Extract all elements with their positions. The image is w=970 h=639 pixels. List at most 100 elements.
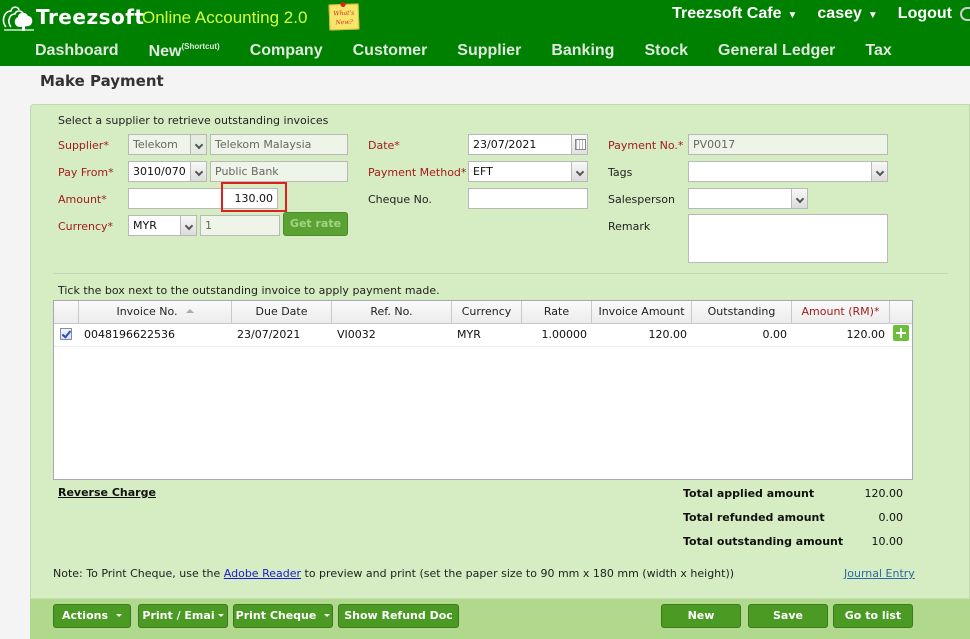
salesperson-dropdown-icon[interactable] bbox=[791, 188, 808, 209]
app-subtitle: Online Accounting 2.0 bbox=[142, 8, 308, 27]
date-label: Date* bbox=[368, 139, 400, 152]
user-menu[interactable]: casey ▼ bbox=[817, 5, 877, 23]
salesperson-field[interactable] bbox=[688, 188, 792, 209]
nav-supplier[interactable]: Supplier bbox=[457, 42, 521, 61]
row-action-cell bbox=[890, 324, 912, 346]
whats-new-label: What's New? bbox=[333, 9, 355, 27]
caret-down-icon bbox=[324, 614, 331, 617]
col-invoice-amount[interactable]: Invoice Amount bbox=[592, 301, 692, 323]
salesperson-label: Salesperson bbox=[608, 193, 675, 206]
payment-no-label: Payment No.* bbox=[608, 139, 684, 152]
col-due-date[interactable]: Due Date bbox=[232, 301, 332, 323]
col-actions bbox=[890, 301, 912, 323]
exchange-rate-field[interactable]: 1 bbox=[200, 215, 280, 236]
main-nav: Dashboard New(Shortcut) Company Customer… bbox=[35, 42, 922, 61]
save-button[interactable]: Save bbox=[748, 604, 828, 628]
row-checkbox[interactable] bbox=[60, 328, 72, 340]
top-bar: Treezsoft Online Accounting 2.0 What's N… bbox=[0, 0, 970, 66]
page-title: Make Payment bbox=[40, 72, 164, 90]
section-divider bbox=[53, 273, 948, 274]
currency-field[interactable]: MYR bbox=[128, 215, 182, 236]
payment-no-field[interactable]: PV0017 bbox=[688, 134, 888, 155]
tags-dropdown-icon[interactable] bbox=[871, 161, 888, 182]
tags-label: Tags bbox=[608, 166, 633, 179]
print-cheque-button[interactable]: Print Cheque bbox=[233, 604, 333, 628]
whats-new-note[interactable]: What's New? bbox=[328, 3, 360, 31]
nav-new-label: New bbox=[148, 43, 182, 60]
invoice-grid: Invoice No. Due Date Ref. No. Currency R… bbox=[53, 300, 913, 480]
pay-from-name-field[interactable]: Public Bank bbox=[210, 161, 348, 182]
col-invoice-no[interactable]: Invoice No. bbox=[79, 301, 232, 323]
brand-name: Treezsoft bbox=[36, 5, 145, 29]
nav-new[interactable]: New(Shortcut) bbox=[149, 42, 220, 61]
pay-from-code-field[interactable]: 3010/070 bbox=[128, 161, 192, 182]
col-ref-no[interactable]: Ref. No. bbox=[332, 301, 452, 323]
company-menu[interactable]: Treezsoft Cafe ▼ bbox=[672, 5, 797, 23]
total-applied-label: Total applied amount bbox=[683, 487, 815, 500]
col-currency[interactable]: Currency bbox=[452, 301, 522, 323]
total-outstanding-label: Total outstanding amount bbox=[683, 535, 844, 548]
journal-entry-link[interactable]: Journal Entry bbox=[844, 567, 915, 580]
cheque-no-field[interactable] bbox=[468, 188, 588, 209]
nav-tax[interactable]: Tax bbox=[865, 42, 891, 61]
new-button[interactable]: New bbox=[661, 604, 741, 628]
note-prefix: Note: To Print Cheque, use the bbox=[53, 567, 224, 580]
col-amount[interactable]: Amount (RM)* bbox=[792, 301, 890, 323]
date-field[interactable]: 23/07/2021 bbox=[468, 134, 572, 155]
user-name: casey bbox=[817, 5, 862, 22]
supplier-name-field[interactable]: Telekom Malaysia bbox=[210, 134, 348, 155]
print-email-button[interactable]: Print / Emai bbox=[138, 604, 228, 628]
actions-button[interactable]: Actions bbox=[53, 604, 131, 628]
invoice-no-cell: 0048196622536 bbox=[84, 328, 175, 341]
supplier-code-field[interactable]: Telekom bbox=[128, 134, 192, 155]
amount-cell[interactable]: 120.00 bbox=[792, 324, 890, 346]
print-cheque-label: Print Cheque bbox=[235, 609, 317, 622]
pay-from-dropdown-icon[interactable] bbox=[190, 161, 207, 182]
actions-label: Actions bbox=[62, 609, 108, 622]
nav-customer[interactable]: Customer bbox=[353, 42, 428, 61]
note-suffix: to preview and print (set the paper size… bbox=[301, 567, 735, 580]
cheque-no-label: Cheque No. bbox=[368, 193, 432, 206]
total-refunded-value: 0.00 bbox=[878, 511, 904, 524]
nav-company[interactable]: Company bbox=[250, 42, 323, 61]
reverse-charge-link[interactable]: Reverse Charge bbox=[58, 486, 156, 499]
nav-new-sup: (Shortcut) bbox=[181, 42, 220, 51]
logout-link[interactable]: Logout bbox=[898, 5, 952, 23]
currency-dropdown-icon[interactable] bbox=[180, 215, 197, 236]
currency-label: Currency* bbox=[58, 220, 114, 233]
show-refund-doc-button[interactable]: Show Refund Doc bbox=[338, 604, 459, 628]
logo[interactable]: Treezsoft bbox=[2, 2, 144, 32]
ref-no-cell: VI0032 bbox=[337, 328, 376, 341]
top-right-menu: Treezsoft Cafe ▼ casey ▼ Logout bbox=[652, 5, 970, 23]
nav-general-ledger[interactable]: General Ledger bbox=[718, 42, 835, 61]
add-icon[interactable] bbox=[893, 325, 909, 341]
company-name: Treezsoft Cafe bbox=[672, 5, 782, 22]
adobe-reader-link[interactable]: Adobe Reader bbox=[224, 567, 301, 580]
caret-down-icon bbox=[116, 614, 122, 617]
col-invoice-no-label: Invoice No. bbox=[116, 305, 178, 318]
payment-method-dropdown-icon[interactable] bbox=[571, 161, 588, 182]
supplier-hint: Select a supplier to retrieve outstandin… bbox=[58, 114, 329, 127]
total-refunded-label: Total refunded amount bbox=[683, 511, 825, 524]
supplier-dropdown-icon[interactable] bbox=[190, 134, 207, 155]
tags-field[interactable] bbox=[688, 161, 872, 182]
nav-stock[interactable]: Stock bbox=[644, 42, 688, 61]
col-select bbox=[54, 301, 79, 323]
col-rate[interactable]: Rate bbox=[522, 301, 592, 323]
nav-banking[interactable]: Banking bbox=[551, 42, 614, 61]
payment-method-field[interactable]: EFT bbox=[468, 161, 572, 182]
calendar-icon[interactable] bbox=[571, 134, 588, 155]
print-email-label: Print / Emai bbox=[142, 609, 215, 622]
get-rate-button[interactable]: Get rate bbox=[283, 212, 348, 236]
grid-header: Invoice No. Due Date Ref. No. Currency R… bbox=[54, 301, 912, 324]
tree-logo-icon bbox=[2, 6, 34, 31]
print-cheque-note: Note: To Print Cheque, use the Adobe Rea… bbox=[53, 567, 734, 580]
caret-down-icon bbox=[217, 614, 224, 617]
col-outstanding[interactable]: Outstanding bbox=[692, 301, 792, 323]
table-row: 0048196622536 23/07/2021 VI0032 MYR 1.00… bbox=[54, 324, 912, 347]
remark-textarea[interactable] bbox=[688, 214, 888, 263]
nav-dashboard[interactable]: Dashboard bbox=[35, 42, 119, 61]
go-to-list-button[interactable]: Go to list bbox=[833, 604, 913, 628]
help-icon[interactable] bbox=[960, 7, 970, 21]
pay-from-label: Pay From* bbox=[58, 166, 114, 179]
